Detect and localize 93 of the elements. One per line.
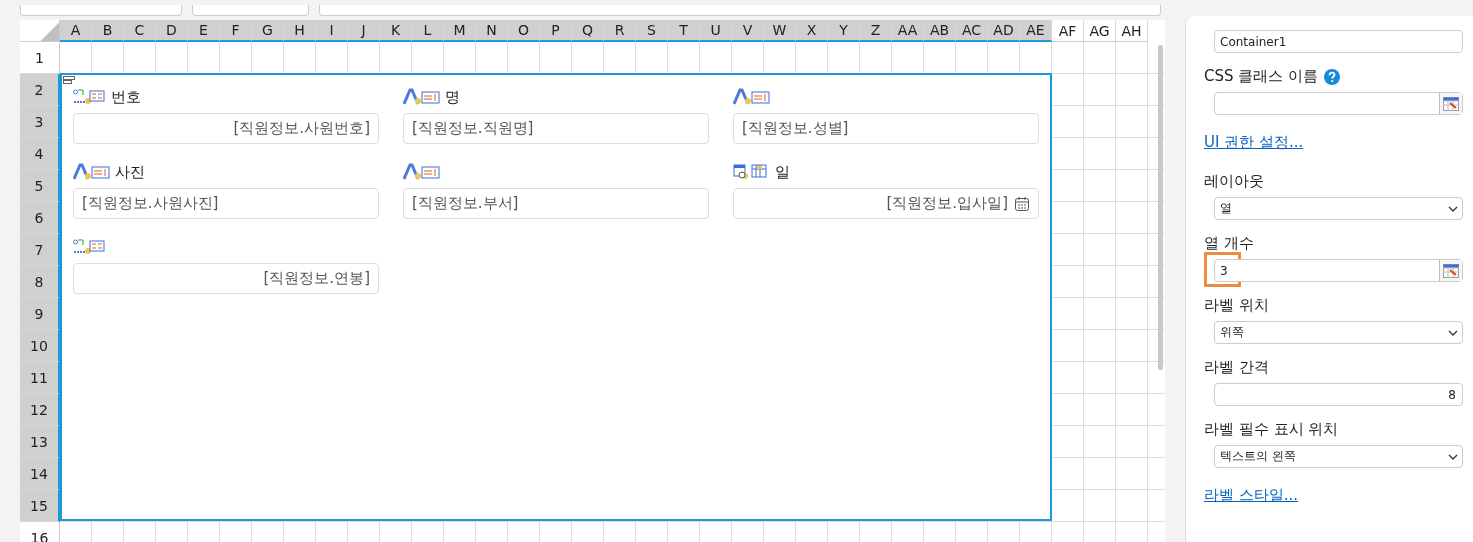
property-label: 라벨 위치	[1204, 296, 1269, 315]
name-box[interactable]	[20, 5, 182, 16]
input-field[interactable]: [직원정보.직원명]	[403, 113, 709, 144]
row-header[interactable]: 4	[20, 138, 60, 170]
row-header[interactable]: 8	[20, 266, 60, 298]
column-header[interactable]: L	[412, 20, 444, 42]
row-header[interactable]: 10	[20, 330, 60, 362]
column-header[interactable]: J	[348, 20, 380, 42]
field-label: 번호	[111, 87, 141, 107]
chevron-icon	[1448, 329, 1458, 336]
link[interactable]: 라벨 스타일...	[1204, 486, 1299, 505]
container-panel[interactable]: 번호 [직원정보.사원번호] 명 [직원정보.직원명] [직원정보.성별] 사진 [직원정보.사원사진] [직원정보.부서] 일 [직원정보.입사일] [직원정보.연봉]	[60, 73, 1052, 521]
column-header[interactable]: AD	[988, 20, 1020, 42]
row-header[interactable]: 11	[20, 362, 60, 394]
chevron-icon	[1448, 205, 1458, 212]
column-header[interactable]: X	[796, 20, 828, 42]
handle-icon[interactable]	[63, 76, 75, 84]
cell-picker-icon[interactable]	[1439, 93, 1462, 114]
text-field-icon	[733, 88, 773, 106]
column-header[interactable]: P	[540, 20, 572, 42]
column-header[interactable]: O	[508, 20, 540, 42]
text-field[interactable]	[1214, 92, 1463, 115]
column-header[interactable]: G	[252, 20, 284, 42]
row-header[interactable]: 2	[20, 74, 60, 106]
column-header[interactable]: U	[700, 20, 732, 42]
column-header[interactable]: W	[764, 20, 796, 42]
column-header[interactable]: Z	[860, 20, 892, 42]
input-field[interactable]: [직원정보.입사일]	[733, 188, 1039, 219]
field-label: 명	[445, 87, 460, 107]
column-header[interactable]: B	[92, 20, 124, 42]
row-header[interactable]: 14	[20, 458, 60, 490]
column-header[interactable]: AE	[1020, 20, 1052, 42]
row-header[interactable]: 9	[20, 298, 60, 330]
formula-toolbar[interactable]	[192, 5, 309, 16]
field-label: 사진	[115, 162, 145, 182]
formula-bar[interactable]	[319, 5, 1161, 16]
text-field[interactable]: 3	[1214, 259, 1463, 282]
scrollbar[interactable]	[1158, 45, 1163, 370]
row-header[interactable]: 12	[20, 394, 60, 426]
column-header[interactable]: E	[188, 20, 220, 42]
column-header[interactable]: H	[284, 20, 316, 42]
chevron-icon	[1448, 453, 1458, 460]
column-header[interactable]: AG	[1084, 20, 1116, 42]
column-header[interactable]: T	[668, 20, 700, 42]
column-header[interactable]: R	[604, 20, 636, 42]
column-header[interactable]: N	[476, 20, 508, 42]
column-header[interactable]: AF	[1052, 20, 1084, 42]
row-header[interactable]: 13	[20, 426, 60, 458]
dropdown[interactable]: 위쪽	[1214, 321, 1463, 344]
input-field[interactable]: [직원정보.사원번호]	[73, 113, 379, 144]
help-icon[interactable]	[1324, 68, 1341, 85]
text-field-icon	[403, 88, 443, 106]
input-field[interactable]: [직원정보.성별]	[733, 113, 1039, 144]
input-field[interactable]: [직원정보.연봉]	[73, 263, 379, 294]
property-label: 열 개수	[1204, 234, 1254, 253]
text-field-icon	[403, 163, 443, 181]
column-header[interactable]: Q	[572, 20, 604, 42]
column-header[interactable]: AB	[924, 20, 956, 42]
number-field[interactable]: 8	[1214, 383, 1463, 406]
field-label: 일	[775, 162, 790, 182]
property-label: 레이아웃	[1204, 172, 1264, 191]
input-field[interactable]: [직원정보.부서]	[403, 188, 709, 219]
column-header[interactable]: AH	[1116, 20, 1148, 42]
column-header[interactable]: D	[156, 20, 188, 42]
column-header[interactable]: C	[124, 20, 156, 42]
column-header[interactable]: I	[316, 20, 348, 42]
text-field[interactable]: Container1	[1214, 30, 1463, 53]
link[interactable]: UI 권한 설정...	[1204, 133, 1304, 152]
select-all-corner[interactable]	[20, 20, 60, 42]
row-header[interactable]: 3	[20, 106, 60, 138]
column-header[interactable]: V	[732, 20, 764, 42]
property-label: CSS 클래스 이름	[1204, 67, 1319, 86]
row-header[interactable]: 15	[20, 490, 60, 522]
cell-picker-icon[interactable]	[1439, 260, 1462, 281]
row-header[interactable]: 5	[20, 170, 60, 202]
text-field-icon	[73, 163, 113, 181]
column-header[interactable]: AA	[892, 20, 924, 42]
row-header[interactable]: 6	[20, 202, 60, 234]
property-label: 라벨 간격	[1204, 358, 1269, 377]
dropdown[interactable]: 열	[1214, 197, 1463, 220]
column-header[interactable]: Y	[828, 20, 860, 42]
input-field[interactable]: [직원정보.사원사진]	[73, 188, 379, 219]
property-label: 라벨 필수 표시 위치	[1204, 420, 1339, 439]
column-header[interactable]: A	[60, 20, 92, 42]
row-header[interactable]: 1	[20, 42, 60, 74]
column-header[interactable]: K	[380, 20, 412, 42]
column-header[interactable]: AC	[956, 20, 988, 42]
row-header[interactable]: 7	[20, 234, 60, 266]
calendar-icon[interactable]	[1014, 195, 1030, 212]
column-header[interactable]: M	[444, 20, 476, 42]
column-header[interactable]: F	[220, 20, 252, 42]
column-header[interactable]: S	[636, 20, 668, 42]
dropdown[interactable]: 텍스트의 왼쪽	[1214, 445, 1463, 468]
